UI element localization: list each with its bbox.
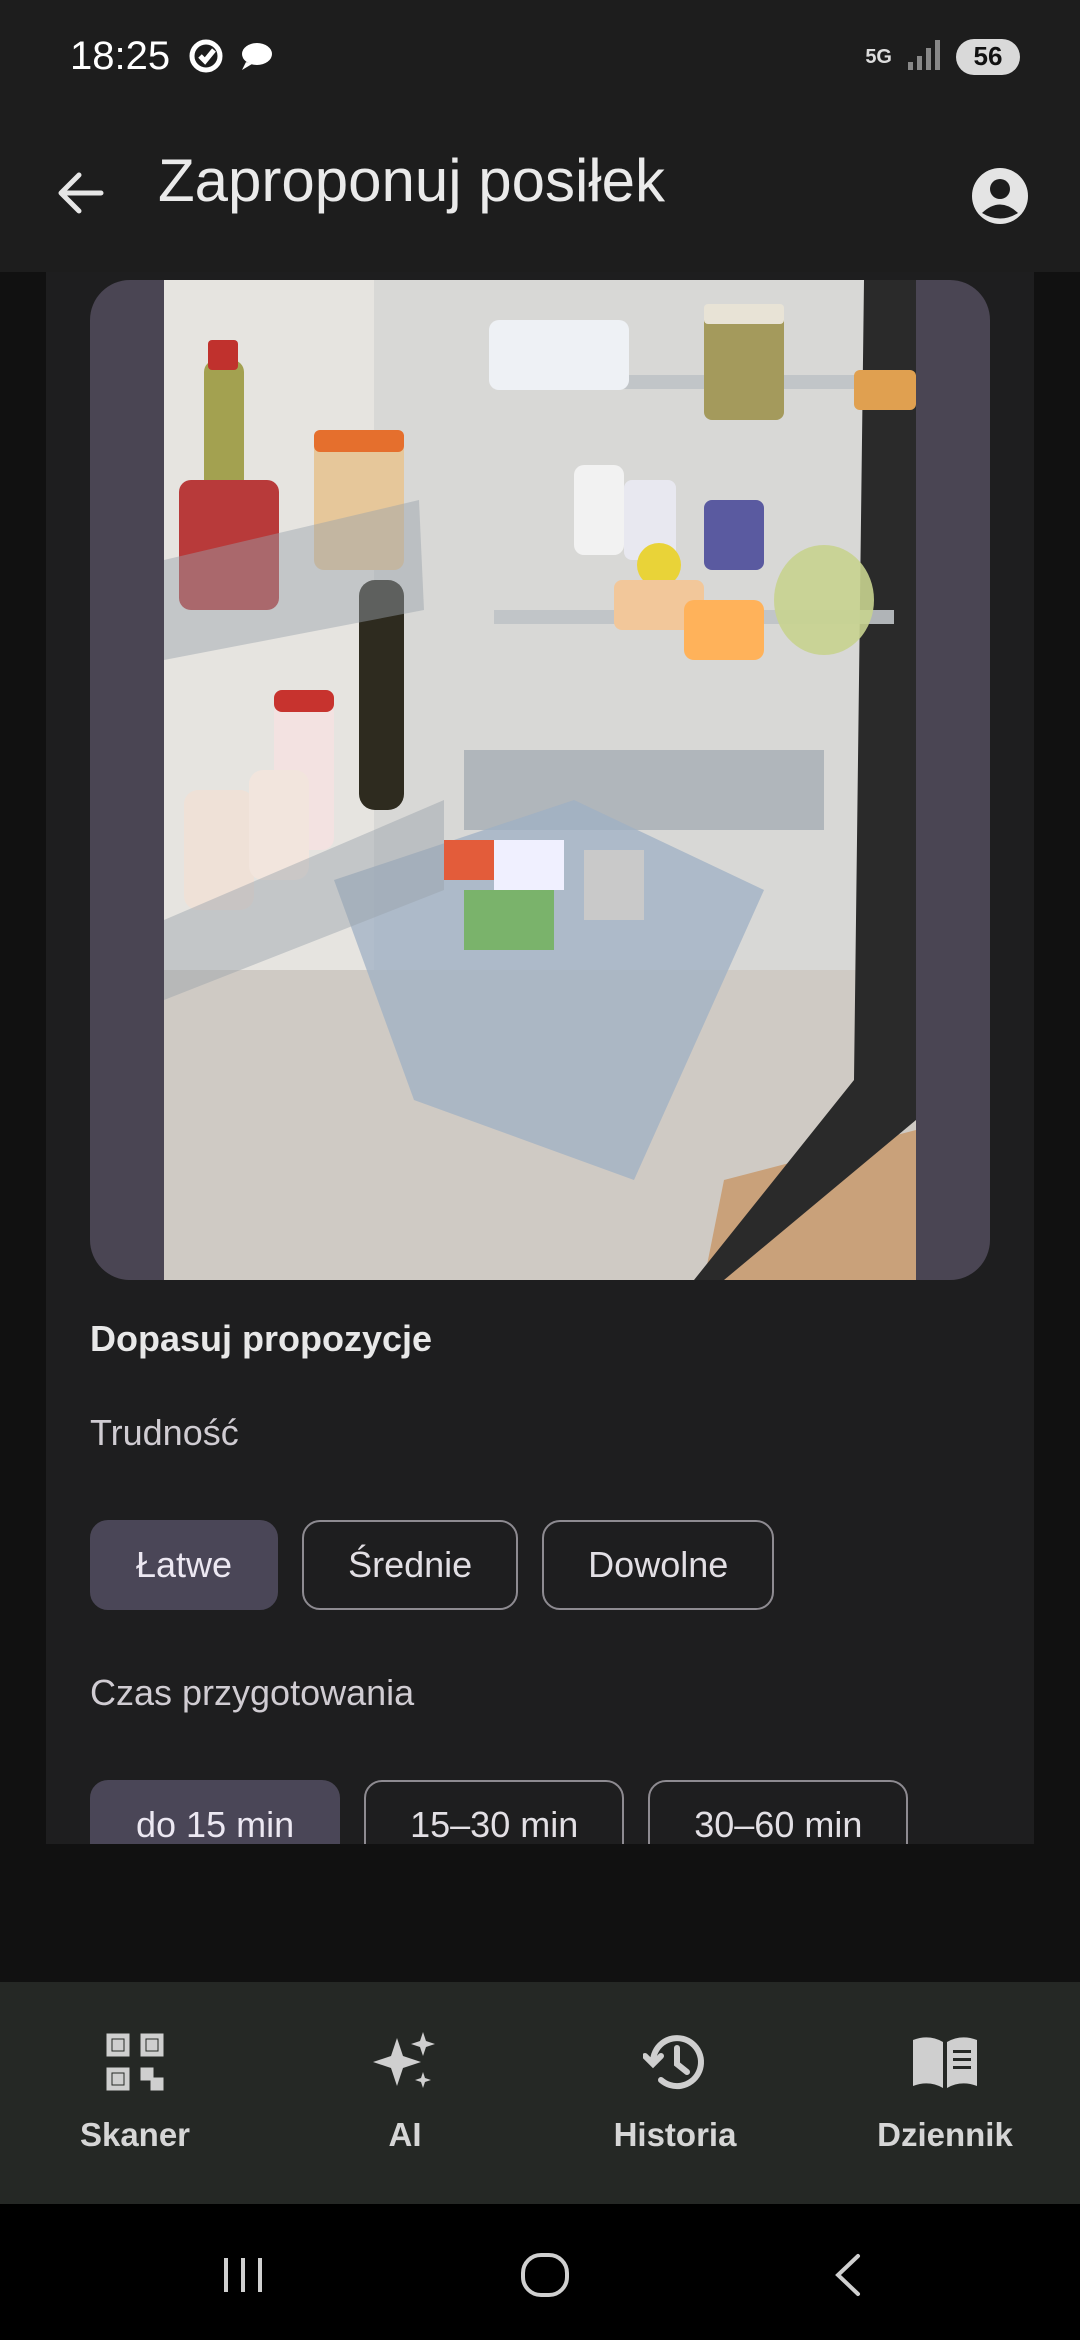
chip-difficulty-medium[interactable]: Średnie [302,1520,519,1610]
status-time: 18:25 [70,34,171,78]
nav-label-history: Historia [613,2116,737,2153]
nav-item-journal[interactable]: Dziennik [810,1982,1080,2204]
system-back-icon [835,2254,860,2296]
home-button[interactable] [510,2240,580,2310]
section-title-adjust: Dopasuj propozycje [90,1318,433,1359]
status-bar: 18:25 5G 56 [0,0,1080,120]
system-back-button[interactable] [814,2240,884,2310]
nav-label-journal: Dziennik [877,2116,1013,2153]
qr-scanner-icon [99,2026,171,2098]
chip-time-15-30[interactable]: 15–30 min [364,1780,625,1844]
battery-indicator: 56 [956,38,1020,75]
sparkle-icon [369,2026,441,2098]
top-app-bar: Zaproponuj posiłek [0,120,1080,272]
home-icon [521,2253,569,2297]
chip-difficulty-any[interactable]: Dowolne [542,1520,775,1610]
bottom-navigation: Skaner AI Historia Dziennik [0,1982,1080,2204]
difficulty-label: Trudność [90,1412,239,1453]
nav-item-scanner[interactable]: Skaner [0,1982,270,2204]
network-5g-icon: 5G [865,45,892,68]
arrow-back-icon [58,172,104,214]
chip-time-30-60[interactable]: 30–60 min [648,1780,909,1844]
account-button[interactable] [960,146,1040,246]
history-icon [639,2026,711,2098]
nav-item-history[interactable]: Historia [540,1982,810,2204]
recent-apps-icon [224,2258,262,2292]
book-icon [909,2026,981,2098]
chip-time-15[interactable]: do 15 min [90,1780,341,1844]
recent-apps-button[interactable] [208,2240,278,2310]
nav-label-ai: AI [388,2116,422,2153]
nav-label-scanner: Skaner [79,2116,191,2153]
page-title: Zaproponuj posiłek [158,147,665,214]
status-notification-icons [186,36,276,81]
difficulty-chip-group: Łatwe Średnie Dowolne [90,1520,775,1610]
suggestion-card: Dopasuj propozycje Trudność Łatwe Średni… [46,272,1034,1844]
chat-bubble-icon [236,36,276,81]
fridge-photo [164,280,916,1280]
sync-icon [186,36,226,81]
account-circle-icon [972,168,1028,224]
back-button[interactable] [46,158,116,228]
photo-frame [90,280,990,1280]
chip-difficulty-easy[interactable]: Łatwe [90,1520,279,1610]
prep-time-chip-group: do 15 min 15–30 min 30–60 min [90,1780,909,1844]
system-navigation-bar [0,2204,1080,2340]
nav-item-ai[interactable]: AI [270,1982,540,2204]
prep-time-label: Czas przygotowania [90,1672,415,1713]
status-system-icons: 5G 56 [865,36,1020,77]
signal-icon [906,36,942,77]
